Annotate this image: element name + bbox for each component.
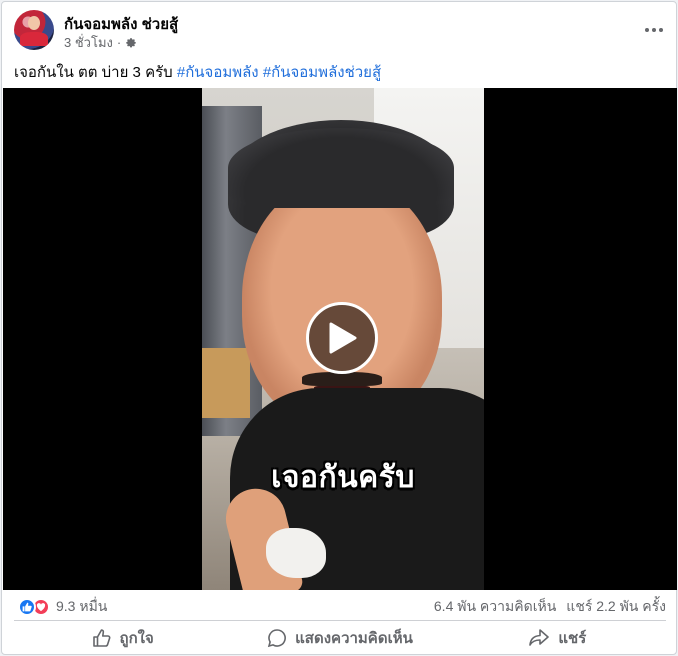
post-actions: ถูกใจ แสดงความคิดเห็น แชร์ <box>14 622 666 654</box>
reactions-summary[interactable]: 9.3 หมื่น <box>18 596 107 618</box>
post-header: กันจอมพลัง ช่วยสู้ 3 ชั่วโมง · <box>14 10 666 54</box>
post-caption: เจอกันใน ตต บ่าย 3 ครับ #กันจอมพลัง #กัน… <box>14 60 381 84</box>
meta-separator: · <box>116 35 122 50</box>
post-card: กันจอมพลัง ช่วยสู้ 3 ชั่วโมง · เจอกันใน … <box>1 1 677 655</box>
stats-right: 6.4 พัน ความคิดเห็น แชร์ 2.2 พัน ครั้ง <box>434 596 666 618</box>
post-time[interactable]: 3 ชั่วโมง <box>64 32 113 53</box>
post-stats: 9.3 หมื่น 6.4 พัน ความคิดเห็น แชร์ 2.2 พ… <box>14 596 666 618</box>
divider <box>14 620 666 621</box>
caption-text: เจอกันใน ตต บ่าย 3 ครับ <box>14 64 177 81</box>
post-meta: 3 ชั่วโมง · <box>64 32 137 53</box>
play-button[interactable] <box>306 302 378 374</box>
reactions-count: 9.3 หมื่น <box>56 598 108 614</box>
more-dots-icon <box>645 28 663 32</box>
share-button[interactable]: แชร์ <box>449 622 666 654</box>
share-label: แชร์ <box>558 630 587 647</box>
shares-count[interactable]: แชร์ 2.2 พัน ครั้ง <box>566 596 666 618</box>
avatar[interactable] <box>14 10 54 50</box>
comment-icon <box>267 629 287 648</box>
thumbs-up-icon <box>92 629 110 647</box>
video-overlay-text: เจอกันครับ <box>271 461 415 494</box>
share-arrow-icon <box>529 629 550 646</box>
hashtag-link[interactable]: #กันจอมพลังช่วยสู้ <box>263 64 381 81</box>
comment-label: แสดงความคิดเห็น <box>295 630 413 647</box>
comment-button[interactable]: แสดงความคิดเห็น <box>231 622 448 654</box>
like-label: ถูกใจ <box>119 630 154 647</box>
like-button[interactable]: ถูกใจ <box>14 622 231 654</box>
play-icon <box>329 322 357 354</box>
like-icon <box>18 598 36 616</box>
video-player[interactable]: เจอกันครับ <box>3 88 677 590</box>
gear-icon[interactable] <box>125 37 137 49</box>
hashtag-link[interactable]: #กันจอมพลัง <box>177 64 259 81</box>
more-options-button[interactable] <box>642 18 666 42</box>
comments-count[interactable]: 6.4 พัน ความคิดเห็น <box>434 596 556 618</box>
